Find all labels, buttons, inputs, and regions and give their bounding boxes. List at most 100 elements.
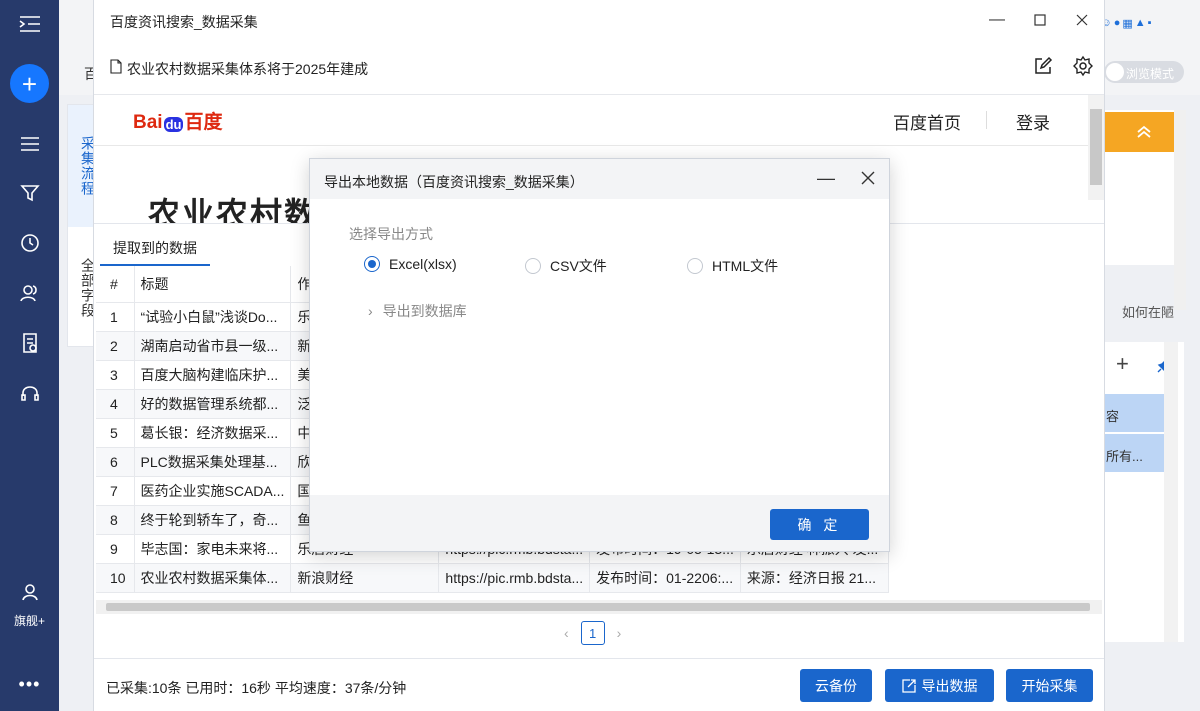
table-cell: 农业农村数据采集体... bbox=[134, 563, 292, 593]
radio-unchecked-icon bbox=[525, 258, 541, 274]
document-icon bbox=[110, 59, 122, 74]
double-chevron-up-icon bbox=[1137, 125, 1151, 138]
users-icon[interactable] bbox=[0, 273, 59, 313]
collection-stats: 已采集:10条 已用时：16秒 平均速度：37条/分钟 bbox=[106, 680, 407, 696]
table-cell: 7 bbox=[96, 476, 135, 506]
paw-icon: du bbox=[163, 117, 184, 132]
baidu-home-link[interactable]: 百度首页 bbox=[893, 109, 961, 134]
keyboard-icon[interactable]: ▦ bbox=[1122, 17, 1132, 30]
table-cell: 6 bbox=[96, 447, 135, 477]
table-cell: “试验小白鼠”浅谈Do... bbox=[134, 302, 292, 332]
window-title: 百度资讯搜索_数据采集 bbox=[110, 14, 258, 30]
logo-text: Bai bbox=[133, 112, 163, 133]
dialog-close-button[interactable] bbox=[857, 167, 879, 189]
more-icon[interactable]: ••• bbox=[0, 664, 59, 704]
mic-icon[interactable]: ● bbox=[1114, 17, 1121, 29]
close-window-button[interactable] bbox=[1070, 9, 1094, 31]
export-data-label: 导出数据 bbox=[921, 677, 978, 694]
maximize-icon bbox=[1034, 14, 1046, 26]
export-icon bbox=[901, 678, 916, 693]
table-cell: 葛长银：经济数据采... bbox=[134, 418, 292, 448]
plan-label: 旗舰+ bbox=[13, 614, 45, 628]
table-cell: 8 bbox=[96, 505, 135, 535]
confirm-button[interactable]: 确 定 bbox=[770, 509, 869, 540]
background-right-text: 如何在陋 bbox=[1122, 305, 1175, 320]
headset-icon[interactable] bbox=[0, 373, 59, 413]
next-page-icon[interactable]: › bbox=[617, 625, 622, 641]
close-icon bbox=[1076, 14, 1088, 26]
baidu-login-link[interactable]: 登录 bbox=[1016, 109, 1050, 134]
add-icon[interactable]: + bbox=[1116, 351, 1129, 377]
table-cell: 2 bbox=[96, 331, 135, 361]
dialog-header: 导出本地数据（百度资讯搜索_数据采集） — bbox=[310, 159, 889, 199]
toggle-knob bbox=[1106, 63, 1124, 81]
export-dialog: 导出本地数据（百度资讯搜索_数据采集） — 选择导出方式 Excel(xlsx)… bbox=[309, 158, 890, 552]
table-cell: 好的数据管理系统都... bbox=[134, 389, 292, 419]
close-icon bbox=[861, 171, 875, 185]
tab-extracted-data[interactable]: 提取到的数据 bbox=[100, 238, 210, 266]
minimize-button[interactable]: — bbox=[985, 9, 1009, 31]
gear-icon[interactable] bbox=[1072, 55, 1094, 77]
table-cell: 百度大脑构建临床护... bbox=[134, 360, 292, 390]
menu-toggle-icon[interactable] bbox=[0, 4, 59, 44]
export-to-database-label: 导出到数据库 bbox=[382, 303, 467, 319]
table-cell: 发布时间：01-2206:... bbox=[589, 563, 741, 593]
background-list-text: 所有... bbox=[1106, 449, 1143, 464]
pagination: ‹ 1 › bbox=[564, 621, 621, 645]
radio-checked-icon bbox=[364, 256, 380, 272]
document-check-icon[interactable] bbox=[0, 323, 59, 363]
table-cell: 新浪财经 bbox=[290, 563, 440, 593]
header-divider bbox=[94, 145, 1088, 146]
skin-icon[interactable]: ▲ bbox=[1135, 17, 1146, 29]
collapse-button[interactable] bbox=[1104, 112, 1184, 152]
column-header[interactable]: # bbox=[96, 266, 135, 303]
export-data-button[interactable]: 导出数据 bbox=[885, 669, 994, 702]
radio-label: Excel(xlsx) bbox=[389, 256, 457, 272]
table-cell: PLC数据采集处理基... bbox=[134, 447, 292, 477]
table-cell: 3 bbox=[96, 360, 135, 390]
table-cell: 5 bbox=[96, 418, 135, 448]
table-cell: 医药企业实施SCADA... bbox=[134, 476, 292, 506]
prev-page-icon[interactable]: ‹ bbox=[564, 625, 569, 641]
list-icon[interactable] bbox=[0, 124, 59, 164]
start-collect-button[interactable]: 开始采集 bbox=[1006, 669, 1093, 702]
cloud-backup-button[interactable]: 云备份 bbox=[800, 669, 872, 702]
add-task-button[interactable]: + bbox=[10, 64, 49, 103]
article-headline: 农业农村数 bbox=[148, 196, 319, 223]
user-icon[interactable] bbox=[0, 572, 59, 612]
page-url[interactable]: 农业农村数据采集体系将于2025年建成 bbox=[127, 59, 368, 79]
nav-divider bbox=[986, 111, 987, 129]
radio-csv[interactable]: CSV文件 bbox=[525, 256, 607, 276]
table-cell: 4 bbox=[96, 389, 135, 419]
maximize-button[interactable] bbox=[1028, 9, 1052, 31]
grid-icon[interactable]: ▪ bbox=[1148, 17, 1152, 29]
table-cell: 1 bbox=[96, 302, 135, 332]
radio-excel[interactable]: Excel(xlsx) bbox=[364, 256, 457, 272]
table-cell: https://pic.rmb.bdsta... bbox=[438, 563, 591, 593]
radio-html[interactable]: HTML文件 bbox=[687, 256, 778, 276]
radio-label: HTML文件 bbox=[712, 258, 779, 274]
table-cell: 湖南启动省市县一级... bbox=[134, 331, 292, 361]
filter-icon[interactable] bbox=[0, 173, 59, 213]
history-icon[interactable] bbox=[0, 223, 59, 263]
table-cell: 10 bbox=[96, 563, 135, 593]
column-header[interactable]: 标题 bbox=[134, 266, 292, 303]
radio-label: CSV文件 bbox=[550, 258, 607, 274]
table-cell: 终于轮到轿车了，奇... bbox=[134, 505, 292, 535]
export-method-label: 选择导出方式 bbox=[349, 226, 433, 242]
table-cell: 9 bbox=[96, 534, 135, 564]
dialog-minimize-button[interactable]: — bbox=[816, 167, 836, 189]
edit-icon[interactable] bbox=[1032, 55, 1054, 77]
export-to-database-toggle[interactable]: › 导出到数据库 bbox=[368, 301, 467, 321]
webpage-scroll-thumb[interactable] bbox=[1090, 109, 1102, 185]
logo-text: 百度 bbox=[184, 112, 223, 133]
table-cell: 来源：经济日报 21... bbox=[740, 563, 889, 593]
background-list-scrollbar[interactable] bbox=[1164, 342, 1178, 642]
page-number[interactable]: 1 bbox=[580, 621, 605, 645]
background-list-text: 容 bbox=[1106, 409, 1120, 424]
baidu-logo[interactable]: Bai du 百度 bbox=[133, 107, 222, 134]
dialog-footer: 确 定 bbox=[310, 495, 889, 551]
table-row[interactable]: 10 农业农村数据采集体... 新浪财经 https://pic.rmb.bds… bbox=[96, 563, 889, 593]
table-scroll-thumb[interactable] bbox=[106, 603, 1090, 611]
background-right-scrollbar[interactable] bbox=[1174, 110, 1186, 310]
